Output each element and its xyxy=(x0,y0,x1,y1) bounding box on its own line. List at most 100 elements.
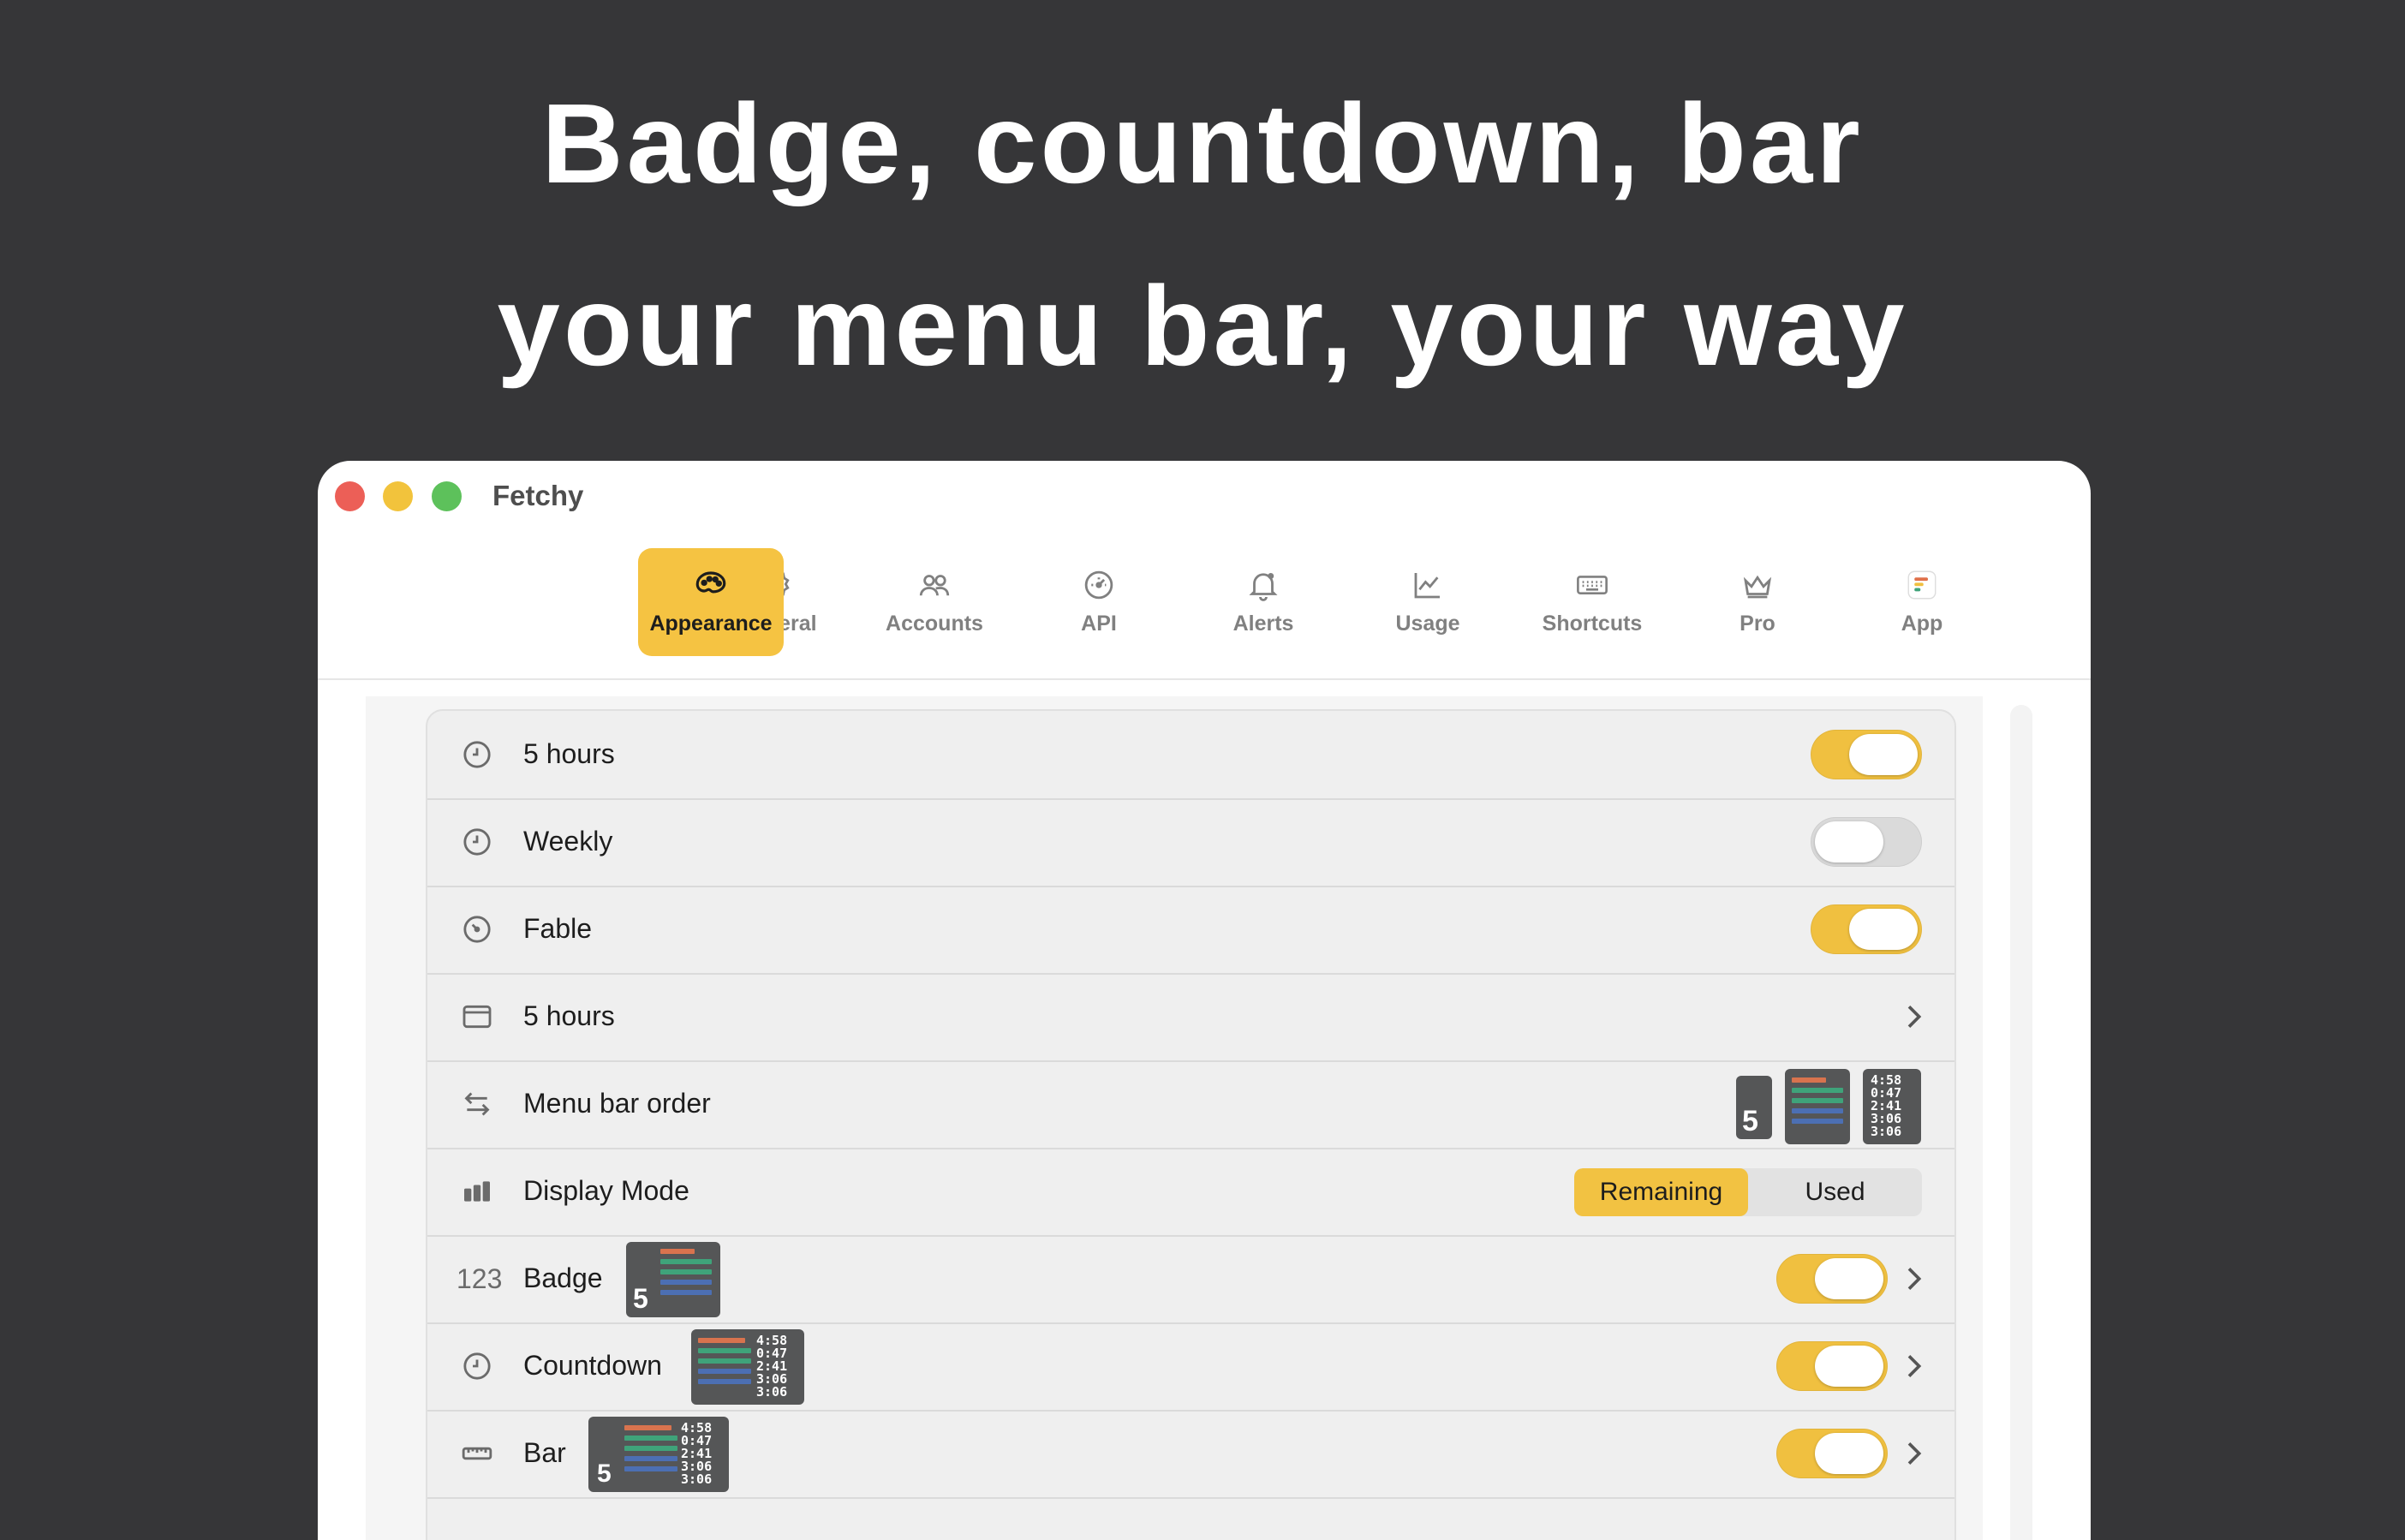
bar-line xyxy=(698,1369,751,1374)
tab-app[interactable]: App xyxy=(1849,548,1995,656)
bar-line xyxy=(660,1280,712,1285)
order-badge-item[interactable]: 5 xyxy=(1736,1076,1772,1139)
bar-line xyxy=(1792,1119,1843,1124)
weekly-toggle[interactable] xyxy=(1811,817,1922,867)
bar-toggle[interactable] xyxy=(1776,1429,1888,1478)
row-label: Countdown xyxy=(523,1350,662,1381)
close-window-button[interactable] xyxy=(335,481,365,511)
swap-arrows-icon xyxy=(464,1092,490,1116)
tab-accounts[interactable]: Accounts xyxy=(862,548,1007,656)
badge-number: 5 xyxy=(597,1459,612,1488)
bar-line xyxy=(660,1290,712,1295)
bar-line xyxy=(1792,1088,1843,1093)
row-label: Weekly xyxy=(523,826,613,857)
app-logo-icon xyxy=(1907,570,1937,600)
row-badge[interactable]: 123 Badge 5 xyxy=(427,1235,1954,1324)
bar-line xyxy=(1792,1077,1826,1083)
tab-usage[interactable]: Usage xyxy=(1355,548,1501,656)
scrollbar[interactable] xyxy=(2010,705,2032,1540)
bar-line xyxy=(698,1348,751,1353)
chart-icon xyxy=(1414,573,1440,599)
crown-icon xyxy=(1743,575,1772,599)
tab-alerts[interactable]: Alerts xyxy=(1191,548,1336,656)
bar-preview: 5 4:58 0:47 2:41 3:06 3:06 xyxy=(588,1417,729,1492)
badge-number: 5 xyxy=(633,1283,648,1314)
tab-label: Usage xyxy=(1395,612,1460,636)
tab-shortcuts[interactable]: Shortcuts xyxy=(1519,548,1665,656)
keyboard-icon xyxy=(1577,576,1608,594)
number-icon: 123 xyxy=(457,1263,503,1294)
fable-toggle[interactable] xyxy=(1811,904,1922,954)
order-bar-item[interactable] xyxy=(1785,1069,1850,1144)
bar-line xyxy=(698,1358,751,1364)
row-display-mode: Display Mode Remaining Used xyxy=(427,1148,1954,1237)
bar-line xyxy=(1792,1098,1843,1103)
countdown-times: 4:58 0:47 2:41 3:06 3:06 xyxy=(1871,1072,1902,1139)
window-title: Fetchy xyxy=(492,480,584,511)
bar-line xyxy=(660,1269,712,1274)
row-countdown[interactable]: Countdown 4:58 0:47 2:41 3:06 3:06 xyxy=(427,1322,1954,1412)
order-countdown-item[interactable]: 4:58 0:47 2:41 3:06 3:06 xyxy=(1863,1069,1921,1144)
row-weekly: Weekly xyxy=(427,798,1954,887)
chevron-right-icon xyxy=(1907,1006,1922,1028)
segment-remaining[interactable]: Remaining xyxy=(1574,1168,1748,1216)
row-label: Display Mode xyxy=(523,1175,689,1206)
gauge-icon xyxy=(1084,570,1113,600)
bar-line xyxy=(698,1338,745,1343)
people-icon xyxy=(919,575,950,596)
countdown-times: 4:58 0:47 2:41 3:06 3:06 xyxy=(681,1420,713,1487)
tab-label: Accounts xyxy=(886,612,983,636)
tab-pro[interactable]: Pro xyxy=(1685,548,1830,656)
display-mode-segmented-control[interactable]: Remaining Used xyxy=(1574,1168,1922,1216)
tab-label: App xyxy=(1901,612,1943,636)
row-label: Fable xyxy=(523,913,593,944)
countdown-preview: 4:58 0:47 2:41 3:06 3:06 xyxy=(691,1329,804,1405)
bar-line xyxy=(624,1425,671,1430)
bell-icon xyxy=(1249,573,1278,601)
bar-line xyxy=(624,1436,677,1441)
tab-api[interactable]: API xyxy=(1026,548,1172,656)
speedometer-icon xyxy=(463,916,491,943)
minimize-window-button[interactable] xyxy=(383,481,413,511)
row-label: 5 hours xyxy=(523,738,615,769)
bar-line xyxy=(698,1379,751,1384)
row-label: Menu bar order xyxy=(523,1088,711,1119)
tab-label: Appearance xyxy=(649,612,773,636)
badge-preview: 5 xyxy=(626,1242,720,1317)
row-bar[interactable]: Bar 5 4:58 0:47 2:41 3:06 3:06 xyxy=(427,1410,1954,1499)
segment-used[interactable]: Used xyxy=(1748,1168,1922,1216)
countdown-toggle[interactable] xyxy=(1776,1341,1888,1391)
tab-label: Shortcuts xyxy=(1542,612,1643,636)
bar-line xyxy=(624,1446,677,1451)
ruler-icon xyxy=(462,1447,492,1460)
bar-chart-icon xyxy=(464,1181,490,1202)
bar-line xyxy=(660,1259,712,1264)
row-label: 5 hours xyxy=(523,1000,615,1031)
tab-label: Alerts xyxy=(1232,612,1294,636)
tab-label: API xyxy=(1081,612,1117,636)
row-label: Bar xyxy=(523,1437,566,1468)
settings-list: 5 hours Weekly Fable 5 hours Menu bar or… xyxy=(426,709,1956,1540)
settings-window: Fetchy General Appearance Account xyxy=(318,461,2091,1540)
bar-line xyxy=(624,1456,677,1461)
toolbar: Fetchy General Appearance Account xyxy=(318,461,2091,680)
zoom-window-button[interactable] xyxy=(432,481,462,511)
clock-icon xyxy=(463,1352,491,1380)
clock-icon xyxy=(463,741,491,768)
palette-icon xyxy=(695,571,726,594)
row-primary-window[interactable]: 5 hours xyxy=(427,973,1954,1062)
five-hours-toggle[interactable] xyxy=(1811,730,1922,779)
row-label: Badge xyxy=(523,1262,603,1293)
chevron-right-icon xyxy=(1907,1442,1922,1465)
chevron-right-icon xyxy=(1907,1268,1922,1290)
countdown-times: 4:58 0:47 2:41 3:06 3:06 xyxy=(756,1333,788,1400)
row-fable: Fable xyxy=(427,886,1954,975)
badge-toggle[interactable] xyxy=(1776,1254,1888,1304)
row-five-hours: 5 hours xyxy=(427,711,1954,800)
badge-number: 5 xyxy=(1742,1105,1758,1137)
bar-line xyxy=(660,1249,695,1254)
tab-appearance[interactable]: Appearance xyxy=(638,548,784,656)
window-icon xyxy=(462,1005,492,1029)
headline-line-2: your menu bar, your way xyxy=(497,263,1908,389)
bar-line xyxy=(1792,1108,1843,1113)
